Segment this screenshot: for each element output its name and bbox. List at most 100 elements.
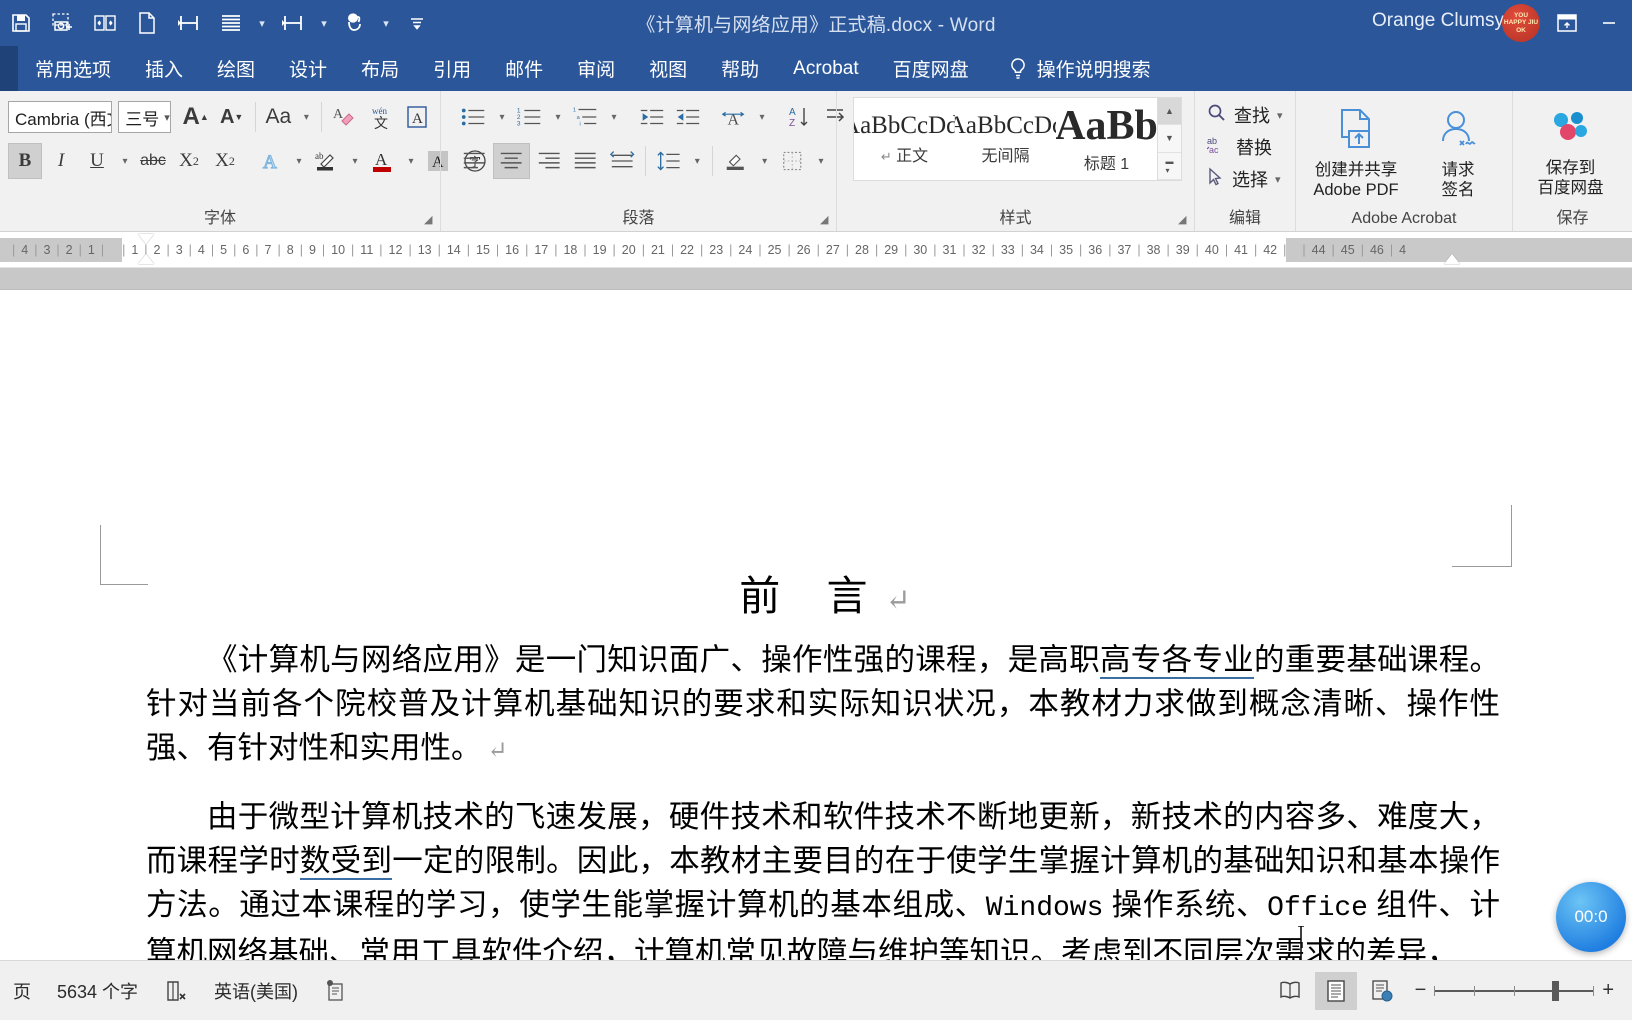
language-indicator[interactable]: 英语(美国)	[201, 978, 311, 1004]
ruler-page-area[interactable]: |1|2|3|4|5|6|7|8|9|10|11|12|13|14|15|16|…	[122, 238, 1286, 262]
character-border-icon[interactable]: A	[400, 99, 434, 135]
styles-scroll-up-button[interactable]: ▲	[1158, 98, 1181, 125]
paragraph-1[interactable]: 《计算机与网络应用》是一门知识面广、操作性强的课程，是高职高专各专业的重要基础课…	[146, 638, 1500, 773]
chevron-down-icon[interactable]: ▾	[346, 143, 364, 179]
chevron-down-icon[interactable]: ▾	[252, 3, 272, 43]
accessibility-icon[interactable]	[311, 979, 359, 1003]
style-item-body[interactable]: AaBbCcDdI ↵ 正文	[854, 98, 955, 180]
spelling-error-run[interactable]: 高专各专业	[1100, 643, 1254, 679]
chevron-down-icon-3[interactable]: ▾	[376, 3, 396, 43]
distribute-icon[interactable]	[605, 143, 639, 179]
decrease-indent-icon[interactable]	[635, 99, 669, 135]
save-icon[interactable]	[0, 3, 42, 43]
create-share-pdf-button[interactable]: 创建并共享 Adobe PDF	[1302, 103, 1410, 200]
tab-layout[interactable]: 布局	[344, 46, 416, 91]
tab-mailings[interactable]: 邮件	[488, 46, 560, 91]
bold-button[interactable]: B	[8, 143, 42, 179]
ruler-left-margin[interactable]: |4 |3 |2 |1 |	[0, 238, 122, 262]
italic-button[interactable]: I	[44, 143, 78, 179]
avatar[interactable]: YOU HAPPY JIU OK	[1502, 4, 1540, 42]
line-spacing-icon[interactable]	[652, 143, 686, 179]
touch-mode-icon[interactable]	[334, 3, 376, 43]
text-effects-button[interactable]: A	[254, 143, 288, 179]
zoom-knob[interactable]	[1552, 981, 1559, 1001]
text-highlight-button[interactable]: ab	[310, 143, 344, 179]
chevron-down-icon-2[interactable]: ▾	[314, 3, 334, 43]
strikethrough-button[interactable]: abc	[136, 143, 170, 179]
borders-icon[interactable]	[776, 143, 810, 179]
styles-dialog-launcher[interactable]: ◢	[1178, 215, 1190, 227]
chevron-down-icon[interactable]: ▾	[756, 143, 774, 179]
zoom-out-button[interactable]: −	[1415, 979, 1427, 1002]
document-heading[interactable]: 前 言↵	[0, 562, 1632, 622]
minimize-button[interactable]	[1592, 8, 1626, 38]
hanging-indent-marker[interactable]	[138, 254, 154, 264]
chevron-down-icon[interactable]: ▾	[159, 111, 170, 124]
first-line-indent-marker[interactable]	[138, 234, 154, 244]
shading-icon[interactable]	[719, 143, 753, 179]
tab-home[interactable]: 常用选项	[18, 46, 128, 91]
grow-font-icon[interactable]: A▲	[179, 99, 213, 135]
styles-gallery-scroll[interactable]: ▲ ▼ ▬▾	[1157, 98, 1181, 180]
screenshot-add-icon[interactable]	[42, 3, 84, 43]
increase-indent-icon[interactable]	[671, 99, 705, 135]
subscript-button[interactable]: X2	[172, 143, 206, 179]
select-button[interactable]: 选择 ▾	[1201, 163, 1289, 195]
bullets-icon[interactable]	[457, 99, 491, 135]
chevron-down-icon[interactable]: ▾	[753, 99, 771, 135]
style-item-no-spacing[interactable]: AaBbCcDc 无间隔	[955, 98, 1056, 180]
chevron-down-icon[interactable]: ▾	[688, 143, 706, 179]
align-center-icon[interactable]	[493, 143, 529, 179]
align-left-icon[interactable]	[457, 143, 491, 179]
tab-draw[interactable]: 绘图	[200, 46, 272, 91]
chevron-down-icon[interactable]: ▾	[1275, 173, 1281, 186]
chevron-down-icon[interactable]: ▾	[1277, 109, 1283, 122]
spelling-error-run[interactable]: 数受到	[300, 844, 392, 880]
shrink-font-icon[interactable]: A▼	[215, 99, 249, 135]
page-width-icon[interactable]	[168, 3, 210, 43]
styles-more-button[interactable]: ▬▾	[1158, 153, 1181, 180]
replace-button[interactable]: abac 替换	[1201, 131, 1289, 163]
styles-scroll-down-button[interactable]: ▼	[1158, 125, 1181, 152]
font-dialog-launcher[interactable]: ◢	[424, 215, 436, 227]
save-to-baidu-button[interactable]: 保存到 百度网盘	[1519, 103, 1626, 198]
tab-insert[interactable]: 插入	[128, 46, 200, 91]
read-mode-view[interactable]	[1269, 972, 1311, 1010]
chevron-down-icon[interactable]: ▾	[402, 143, 420, 179]
zoom-in-button[interactable]: +	[1602, 979, 1614, 1002]
page-indicator[interactable]: 页	[0, 978, 44, 1004]
chevron-down-icon[interactable]: ▾	[297, 99, 315, 135]
change-case-icon[interactable]: Aa	[261, 99, 295, 135]
phonetic-guide-icon[interactable]: wén文	[364, 99, 398, 135]
sort-icon[interactable]: AZ	[783, 99, 817, 135]
web-layout-view[interactable]	[1361, 972, 1403, 1010]
ribbon-display-options-icon[interactable]	[1550, 8, 1584, 38]
word-count[interactable]: 5634 个字	[44, 978, 151, 1004]
request-signature-button[interactable]: 请求 签名	[1410, 103, 1506, 200]
tab-help[interactable]: 帮助	[704, 46, 776, 91]
underline-button[interactable]: U	[80, 143, 114, 179]
styles-gallery[interactable]: AaBbCcDdI ↵ 正文 AaBbCcDc 无间隔 AaBb 标题 1 ▲	[853, 97, 1182, 181]
font-color-button[interactable]: A	[366, 143, 400, 179]
justify-icon[interactable]	[210, 3, 252, 43]
chinese-layout-icon[interactable]: A	[717, 99, 751, 135]
tell-me-search[interactable]: 操作说明搜索	[986, 46, 1168, 91]
document-body[interactable]: 《计算机与网络应用》是一门知识面广、操作性强的课程，是高职高专各专业的重要基础课…	[146, 638, 1500, 960]
paragraph-dialog-launcher[interactable]: ◢	[820, 215, 832, 227]
chevron-down-icon[interactable]: ▾	[116, 143, 134, 179]
compare-icon[interactable]	[84, 3, 126, 43]
font-name-input[interactable]: Cambria (西文标 ▾	[8, 101, 112, 133]
proofing-errors-icon[interactable]	[151, 979, 201, 1003]
style-item-heading1[interactable]: AaBb 标题 1	[1056, 98, 1157, 180]
document-page[interactable]: 前 言↵ 《计算机与网络应用》是一门知识面广、操作性强的课程，是高职高专各专业的…	[0, 290, 1632, 960]
tab-baidu-netdisk[interactable]: 百度网盘	[876, 46, 986, 91]
chevron-down-icon[interactable]: ▾	[812, 143, 830, 179]
tab-view[interactable]: 视图	[632, 46, 704, 91]
find-button[interactable]: 查找 ▾	[1201, 99, 1289, 131]
tab-review[interactable]: 审阅	[560, 46, 632, 91]
chevron-down-icon[interactable]: ▾	[549, 99, 567, 135]
tab-references[interactable]: 引用	[416, 46, 488, 91]
numbering-icon[interactable]: 123	[513, 99, 547, 135]
chevron-down-icon[interactable]: ▾	[605, 99, 623, 135]
right-indent-marker[interactable]	[1444, 254, 1460, 264]
